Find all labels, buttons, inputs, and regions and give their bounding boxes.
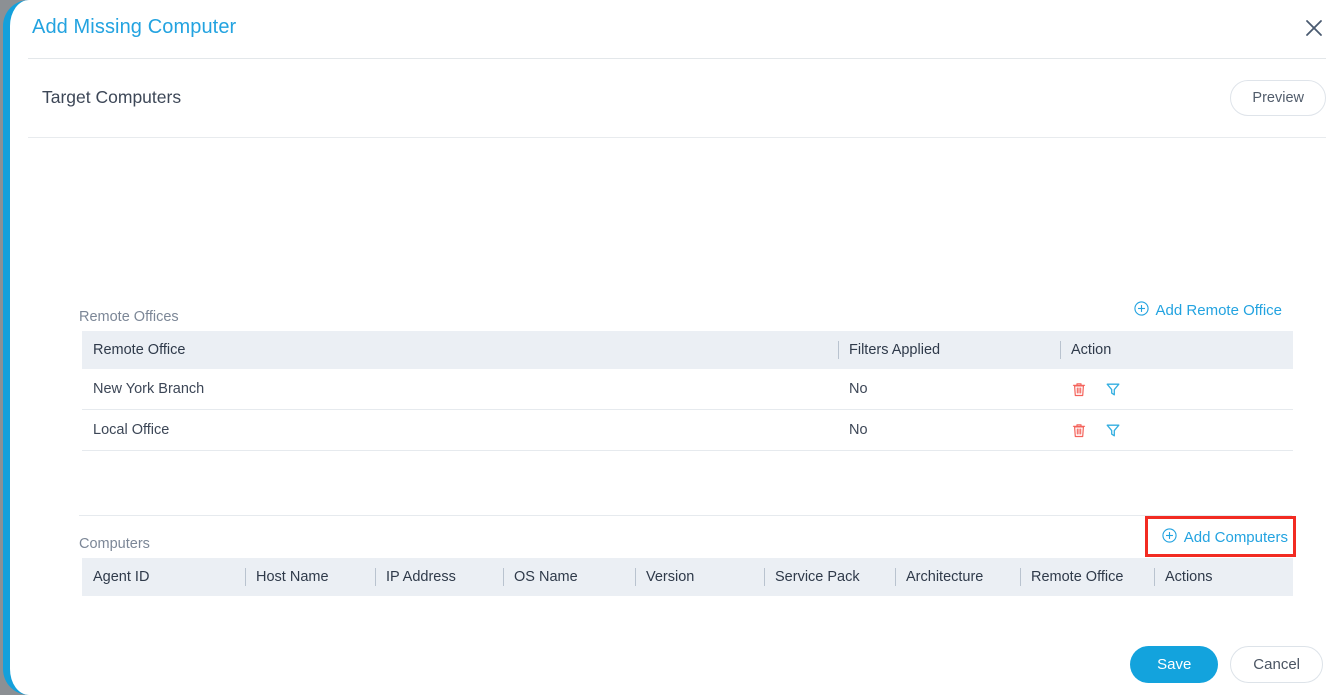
cell-remote-office: New York Branch: [82, 369, 838, 410]
dialog-footer: Save Cancel: [1130, 646, 1323, 683]
plus-circle-icon: [1133, 301, 1149, 320]
column-header-host-name: Host Name: [245, 558, 375, 596]
close-icon[interactable]: [1300, 14, 1328, 42]
column-header-actions: Actions: [1154, 558, 1293, 596]
add-computers-button[interactable]: Add Computers: [1162, 528, 1288, 547]
remote-offices-table: Remote Office Filters Applied Action New…: [82, 331, 1293, 451]
computers-table: Agent ID Host Name IP Address OS Name Ve…: [82, 558, 1293, 596]
table-row: Local Office No: [82, 409, 1293, 451]
filter-icon[interactable]: [1105, 422, 1121, 439]
page-title: Target Computers: [42, 87, 182, 107]
preview-button[interactable]: Preview: [1230, 80, 1326, 116]
table-row: New York Branch No: [82, 369, 1293, 410]
remote-offices-label: Remote Offices: [79, 309, 179, 325]
column-header-os-name: OS Name: [503, 558, 635, 596]
dialog-header: Add Missing Computer: [28, 0, 1326, 59]
add-computers-label: Add Computers: [1183, 529, 1288, 546]
plus-circle-icon: [1162, 528, 1177, 547]
cell-filters-applied: No: [838, 409, 1060, 451]
column-header-architecture: Architecture: [895, 558, 1020, 596]
column-header-remote-office: Remote Office: [1020, 558, 1154, 596]
cell-remote-office: Local Office: [82, 409, 838, 451]
target-computers-section-header: Target Computers Preview: [28, 59, 1326, 138]
section-divider: [79, 515, 1292, 516]
computers-header-row: Agent ID Host Name IP Address OS Name Ve…: [82, 558, 1293, 596]
add-missing-computer-dialog: Add Missing Computer Target Computers Pr…: [3, 0, 1341, 695]
column-header-ip-address: IP Address: [375, 558, 503, 596]
column-header-filters-applied: Filters Applied: [838, 331, 1060, 369]
column-header-service-pack: Service Pack: [764, 558, 895, 596]
cancel-button[interactable]: Cancel: [1230, 646, 1323, 683]
column-header-version: Version: [635, 558, 764, 596]
remote-offices-header-row: Remote Office Filters Applied Action: [82, 331, 1293, 369]
column-header-agent-id: Agent ID: [82, 558, 245, 596]
add-remote-office-label: Add Remote Office: [1155, 302, 1282, 319]
cell-actions: [1060, 409, 1293, 451]
save-button[interactable]: Save: [1130, 646, 1219, 683]
delete-icon[interactable]: [1071, 381, 1087, 398]
dialog-title: Add Missing Computer: [32, 16, 237, 38]
add-remote-office-button[interactable]: Add Remote Office: [1133, 301, 1282, 320]
cell-filters-applied: No: [838, 369, 1060, 410]
cell-actions: [1060, 369, 1293, 410]
filter-icon[interactable]: [1105, 381, 1121, 398]
delete-icon[interactable]: [1071, 422, 1087, 439]
column-header-action: Action: [1060, 331, 1293, 369]
column-header-remote-office: Remote Office: [82, 331, 838, 369]
computers-label: Computers: [79, 536, 150, 552]
